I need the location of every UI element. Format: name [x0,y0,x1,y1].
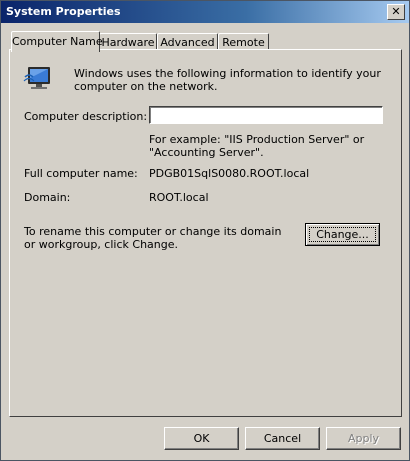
full-computer-name-label: Full computer name: [24,167,138,180]
computer-icon [23,67,50,89]
computer-description-input[interactable] [149,106,383,124]
apply-button[interactable]: Apply [326,427,401,450]
change-button-label: Change... [316,228,369,241]
window-title: System Properties [6,5,121,18]
full-computer-name-value: PDGB01SqlS0080.ROOT.local [149,167,310,180]
apply-button-label: Apply [347,432,380,445]
domain-value: ROOT.local [149,191,209,204]
system-properties-window: System Properties ✕ Computer Name Hardwa… [0,0,410,461]
domain-label: Domain: [24,191,71,204]
tab-label: Advanced [160,36,215,49]
cancel-button-label: Cancel [263,432,302,445]
rename-instructions: To rename this computer or change its do… [24,225,282,251]
change-button[interactable]: Change... [305,223,380,246]
tab-computer-name[interactable]: Computer Name [11,31,103,52]
tab-label: Hardware [101,36,155,49]
ok-button-label: OK [193,432,210,445]
cancel-button[interactable]: Cancel [245,427,320,450]
title-bar[interactable]: System Properties ✕ [1,1,409,23]
close-icon: ✕ [391,5,401,18]
intro-text: Windows uses the following information t… [74,67,381,93]
tab-label: Remote [222,36,265,49]
example-text: For example: "IIS Production Server" or … [149,133,365,159]
ok-button[interactable]: OK [164,427,239,450]
tab-label: Computer Name [12,35,103,48]
close-button[interactable]: ✕ [387,4,405,20]
computer-description-label: Computer description: [24,110,148,123]
